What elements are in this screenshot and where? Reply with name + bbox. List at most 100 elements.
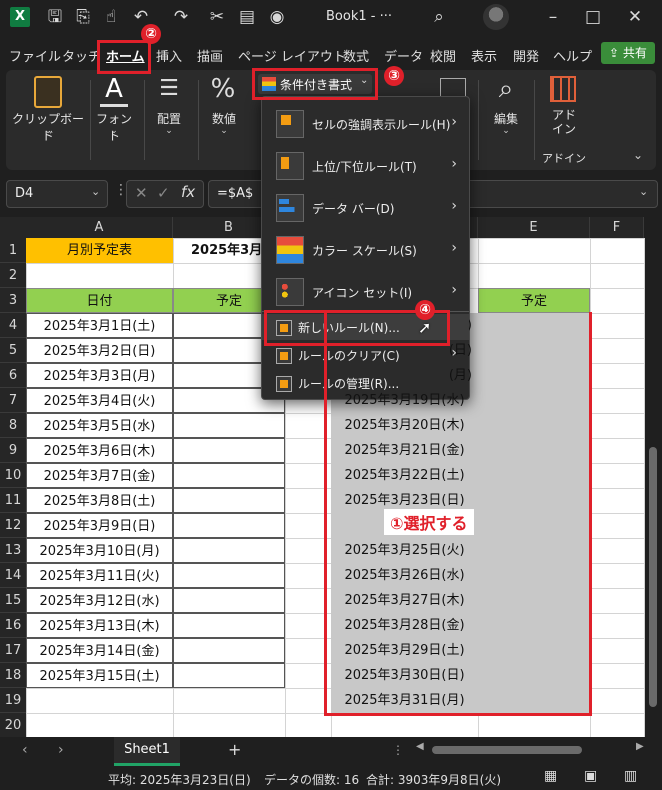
row-header-13[interactable]: 13 — [0, 538, 26, 563]
avatar[interactable] — [483, 4, 509, 30]
column-header-a[interactable]: A — [26, 217, 173, 238]
page-layout-view-icon[interactable]: ▣ — [584, 768, 597, 784]
row-header-18[interactable]: 18 — [0, 663, 26, 688]
touch-icon[interactable]: ☝ — [100, 6, 122, 28]
ribbon-collapse-icon[interactable]: ⌄ — [630, 148, 646, 162]
cell-a16[interactable]: 2025年3月13日(木) — [26, 613, 173, 638]
scroll-left-icon[interactable]: ◀ — [416, 741, 424, 752]
tab-developer[interactable]: 開発 — [513, 46, 539, 65]
cell-a5[interactable]: 2025年3月2日(日) — [26, 338, 173, 363]
name-box[interactable]: D4 ⌄ — [6, 180, 108, 208]
share-button[interactable]: ⇪ 共有 — [601, 42, 655, 64]
cell-b15[interactable] — [173, 588, 285, 613]
add-sheet-button[interactable]: + — [228, 740, 241, 759]
cell-a11[interactable]: 2025年3月8日(土) — [26, 488, 173, 513]
tab-draw[interactable]: 描画 — [197, 46, 223, 65]
percent-icon[interactable]: % — [208, 74, 238, 104]
row-header-7[interactable]: 7 — [0, 388, 26, 413]
tab-formulas[interactable]: 数式 — [343, 46, 369, 65]
clipboard-group-icon[interactable] — [34, 76, 62, 108]
cell-a10[interactable]: 2025年3月7日(金) — [26, 463, 173, 488]
cell-a17[interactable]: 2025年3月14日(金) — [26, 638, 173, 663]
row-header-1[interactable]: 1 — [0, 238, 26, 263]
row-header-19[interactable]: 19 — [0, 688, 26, 713]
maximize-icon[interactable]: □ — [582, 6, 604, 28]
addin-icon[interactable] — [550, 76, 576, 102]
cell-a4[interactable]: 2025年3月1日(土) — [26, 313, 173, 338]
minimize-icon[interactable]: – — [542, 6, 564, 28]
edit-group-label[interactable]: 編集 — [486, 110, 526, 127]
cell-b14[interactable] — [173, 563, 285, 588]
page-break-view-icon[interactable]: ▥ — [624, 768, 637, 784]
tab-help[interactable]: ヘルプ — [553, 46, 592, 65]
horizontal-scrollbar[interactable]: ◀ ▶ — [416, 741, 648, 755]
row-header-12[interactable]: 12 — [0, 513, 26, 538]
cell-b8[interactable] — [173, 413, 285, 438]
row-header-20[interactable]: 20 — [0, 713, 26, 738]
cell-b17[interactable] — [173, 638, 285, 663]
cell-b18[interactable] — [173, 663, 285, 688]
row-header-6[interactable]: 6 — [0, 363, 26, 388]
sheet-tab-sheet1[interactable]: Sheet1 — [114, 737, 180, 766]
function-icon[interactable]: fx — [181, 183, 195, 201]
scrollbar-thumb[interactable] — [649, 447, 657, 707]
tab-view[interactable]: 表示 — [471, 46, 497, 65]
cell-a15[interactable]: 2025年3月12日(水) — [26, 588, 173, 613]
row-header-14[interactable]: 14 — [0, 563, 26, 588]
cf-menu-item-2[interactable]: 上位/下位ルール(T) › — [262, 146, 469, 186]
autosave-icon[interactable]: ⎘ — [72, 6, 94, 28]
normal-view-icon[interactable]: ▦ — [544, 768, 557, 784]
cell-a9[interactable]: 2025年3月6日(木) — [26, 438, 173, 463]
align-icon[interactable]: ☰ — [156, 76, 182, 102]
column-header-e[interactable]: E — [478, 217, 590, 238]
row-header-15[interactable]: 15 — [0, 588, 26, 613]
row-header-8[interactable]: 8 — [0, 413, 26, 438]
cancel-icon[interactable]: ✕ — [135, 184, 148, 202]
vertical-scrollbar[interactable] — [644, 217, 662, 737]
cell-b10[interactable] — [173, 463, 285, 488]
row-header-17[interactable]: 17 — [0, 638, 26, 663]
select-all-corner[interactable] — [0, 217, 26, 238]
tab-insert[interactable]: 挿入 — [156, 46, 182, 65]
cell-a13[interactable]: 2025年3月10日(月) — [26, 538, 173, 563]
tab-file[interactable]: ファイル — [9, 46, 61, 65]
cf-menu-item-3[interactable]: データ バー(D) › — [262, 188, 469, 228]
clipboard-icon[interactable]: ▤ — [236, 6, 258, 28]
font-icon[interactable]: A — [100, 74, 128, 107]
row-header-5[interactable]: 5 — [0, 338, 26, 363]
redo-icon[interactable]: ↷ — [170, 6, 192, 28]
row-header-11[interactable]: 11 — [0, 488, 26, 513]
tab-touch[interactable]: タッチ — [62, 46, 101, 65]
sheet-next-icon[interactable]: › — [58, 742, 64, 758]
cell-a7[interactable]: 2025年3月4日(火) — [26, 388, 173, 413]
cell-e3[interactable]: 予定 — [478, 288, 590, 313]
addin-button-label[interactable]: アド イン — [544, 108, 584, 136]
sheet-prev-icon[interactable]: ‹ — [22, 742, 28, 758]
cell-a6[interactable]: 2025年3月3日(月) — [26, 363, 173, 388]
format-painter-icon[interactable]: ✂ — [206, 6, 228, 28]
tab-review[interactable]: 校閲 — [430, 46, 456, 65]
cell-a1[interactable]: 月別予定表 — [26, 238, 173, 263]
close-icon[interactable]: ✕ — [624, 6, 646, 28]
row-header-10[interactable]: 10 — [0, 463, 26, 488]
cf-menu-item-5[interactable]: アイコン セット(I) › — [262, 272, 469, 312]
scrollbar-thumb[interactable] — [432, 746, 582, 754]
cell-a18[interactable]: 2025年3月15日(土) — [26, 663, 173, 688]
cell-b12[interactable] — [173, 513, 285, 538]
tab-page-layout[interactable]: ページ レイアウト — [238, 46, 346, 65]
save-icon[interactable]: 🖫 — [44, 6, 66, 28]
cell-b9[interactable] — [173, 438, 285, 463]
cf-menu-item-1[interactable]: セルの強調表示ルール(H) › — [262, 104, 469, 144]
row-header-4[interactable]: 4 — [0, 313, 26, 338]
cell-a12[interactable]: 2025年3月9日(日) — [26, 513, 173, 538]
cell-b13[interactable] — [173, 538, 285, 563]
search-edit-icon[interactable]: ⌕ — [492, 74, 520, 104]
number-group-label[interactable]: 数値 — [202, 110, 246, 127]
cell-a14[interactable]: 2025年3月11日(火) — [26, 563, 173, 588]
row-header-2[interactable]: 2 — [0, 263, 26, 288]
cell-a8[interactable]: 2025年3月5日(水) — [26, 413, 173, 438]
column-header-f[interactable]: F — [590, 217, 644, 238]
search-icon[interactable]: ⌕ — [428, 6, 450, 28]
row-header-16[interactable]: 16 — [0, 613, 26, 638]
cf-menu-item-4[interactable]: カラー スケール(S) › — [262, 230, 469, 270]
